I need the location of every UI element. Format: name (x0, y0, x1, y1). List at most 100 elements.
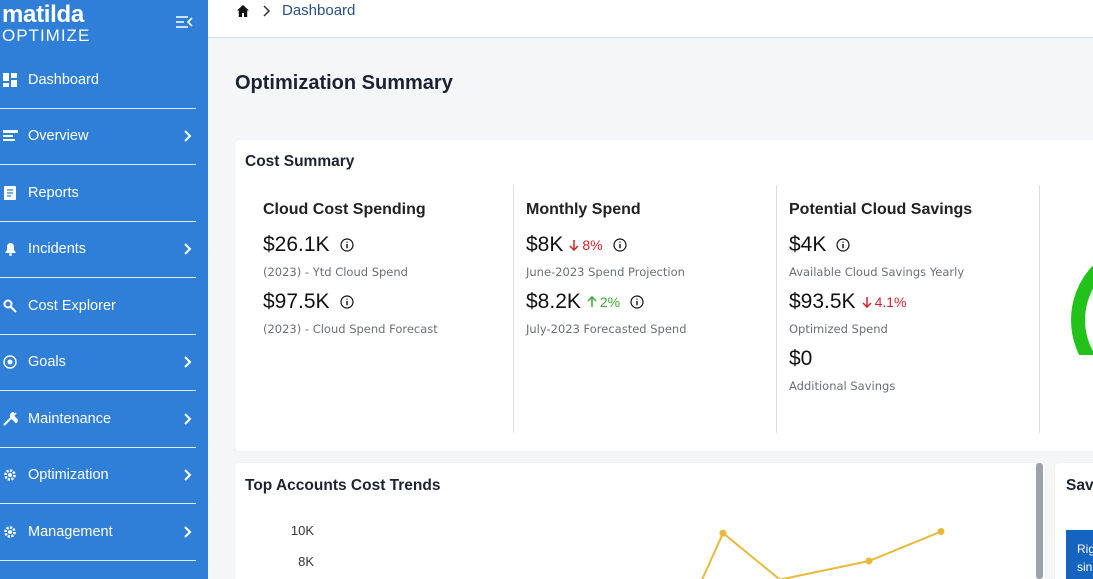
metric-subtitle: Available Cloud Savings Yearly (789, 265, 965, 279)
data-point[interactable] (937, 528, 945, 536)
sidebar-item-label: Reports (28, 184, 79, 201)
chevron-right-icon (263, 5, 271, 17)
metric-delta: 2% (599, 294, 621, 310)
column-title: Potential Cloud Savings (789, 201, 973, 218)
wrench-icon (2, 411, 18, 427)
sidebar-item-label: Maintenance (28, 410, 112, 427)
metric-june-projection: $8K 8% (526, 233, 627, 257)
info-icon[interactable] (339, 238, 354, 252)
bell-icon (2, 241, 18, 257)
potential-savings-column: Potential Cloud Savings $4K Available Cl… (789, 185, 1039, 433)
top-bar: Dashboard (208, 0, 1093, 38)
metric-subtitle: Additional Savings (789, 379, 896, 393)
data-point[interactable] (719, 529, 727, 537)
metric-value: $4K (789, 233, 827, 256)
series-line (701, 530, 942, 579)
column-divider (513, 185, 514, 433)
metric-subtitle: June-2023 Spend Projection (526, 265, 685, 279)
sidebar-item-label: Optimization (28, 467, 109, 484)
chevron-right-icon (184, 130, 192, 142)
cost-explorer-icon (2, 298, 18, 314)
recommendation-chip[interactable]: Rig sin (1066, 530, 1093, 579)
column-title: Cloud Cost Spending (263, 201, 426, 218)
info-icon[interactable] (613, 238, 627, 252)
sidebar: matilda OPTIMIZE Dashboard Overview Report… (0, 0, 208, 579)
arrow-up-icon (587, 296, 597, 307)
y-tick-label: 10K (291, 523, 314, 538)
metric-value: $26.1K (263, 233, 330, 256)
metric-july-forecast: $8.2K 2% (526, 290, 644, 314)
chevron-right-icon (184, 526, 192, 538)
metric-additional-savings: $0 (789, 347, 812, 371)
metric-available-savings: $4K (789, 233, 850, 257)
metric-subtitle: July-2023 Forecasted Spend (526, 322, 687, 336)
logo-bottom-text: OPTIMIZE (2, 26, 91, 45)
sidebar-nav: Dashboard Overview Reports Incidents Cost Ex… (0, 52, 196, 561)
metric-spend-forecast: $97.5K (263, 290, 354, 314)
cloud-cost-spending-column: Cloud Cost Spending $26.1K (2023) - Ytd … (263, 185, 513, 433)
chip-text: Rig (1077, 542, 1093, 556)
logo-top-text: matilda (2, 1, 84, 28)
sidebar-item-label: Dashboard (28, 71, 99, 88)
info-icon[interactable] (339, 295, 354, 309)
sidebar-item-incidents[interactable]: Incidents (0, 222, 196, 278)
reports-icon (2, 185, 18, 201)
metric-subtitle: (2023) - Cloud Spend Forecast (263, 322, 438, 336)
chevron-right-icon (184, 243, 192, 255)
savings-card-title: Sav (1066, 477, 1093, 494)
sidebar-item-cost-explorer[interactable]: Cost Explorer (0, 278, 196, 335)
metric-delta: 4.1% (874, 294, 907, 310)
sidebar-item-label: Cost Explorer (28, 297, 116, 314)
y-tick-label: 8K (298, 554, 314, 569)
sidebar-item-optimization[interactable]: Optimization (0, 448, 196, 504)
dashboard-icon (2, 72, 18, 88)
scrollbar-thumb[interactable] (1036, 463, 1043, 579)
page-title: Optimization Summary (235, 72, 453, 94)
chevron-right-icon (184, 356, 192, 368)
sidebar-item-dashboard[interactable]: Dashboard (0, 52, 196, 109)
metric-value: $0 (789, 347, 813, 370)
sidebar-item-maintenance[interactable]: Maintenance (0, 391, 196, 448)
sidebar-item-management[interactable]: Management (0, 504, 196, 561)
column-divider (1039, 185, 1040, 433)
monthly-spend-column: Monthly Spend $8K 8% June-2023 Spend Proj… (526, 185, 776, 433)
overview-icon (2, 128, 18, 144)
column-title: Monthly Spend (526, 201, 641, 218)
arrow-down-icon (862, 297, 872, 308)
chevron-right-icon (184, 413, 192, 425)
gear-icon (2, 467, 18, 483)
info-icon[interactable] (630, 295, 644, 309)
column-divider (776, 185, 777, 433)
metric-subtitle: Optimized Spend (789, 322, 888, 336)
cost-summary-card: Cost Summary Cloud Cost Spending $26.1K … (235, 140, 1093, 451)
cost-trends-chart: 10K 8K (291, 523, 945, 579)
sidebar-item-goals[interactable]: Goals (0, 335, 196, 391)
metric-ytd-spend: $26.1K (263, 233, 354, 257)
goals-icon (2, 354, 18, 370)
metric-value: $8.2K (526, 290, 581, 313)
app-logo[interactable]: matilda OPTIMIZE (2, 1, 91, 45)
metric-delta: 8% (582, 237, 603, 253)
metric-subtitle: (2023) - Ytd Cloud Spend (263, 265, 408, 279)
metric-value: $97.5K (263, 290, 330, 313)
gear-icon (2, 524, 18, 540)
cost-trends-card: Top Accounts Cost Trends 10K 8K (235, 463, 1045, 579)
data-point[interactable] (865, 557, 873, 565)
sidebar-item-label: Management (28, 523, 113, 540)
breadcrumb-dashboard[interactable]: Dashboard (282, 2, 355, 19)
sidebar-item-overview[interactable]: Overview (0, 109, 196, 165)
chevron-right-icon (184, 469, 192, 481)
sidebar-item-reports[interactable]: Reports (0, 165, 196, 222)
info-icon[interactable] (836, 238, 850, 252)
metric-optimized-spend: $93.5K 4.1% (789, 290, 906, 314)
home-icon[interactable] (236, 4, 250, 18)
collapse-sidebar-icon[interactable] (174, 14, 194, 30)
savings-gauge (1071, 265, 1093, 355)
sidebar-item-label: Goals (28, 354, 66, 371)
cost-summary-title: Cost Summary (245, 153, 355, 170)
chip-text: sin (1077, 560, 1093, 574)
arrow-down-icon (569, 240, 579, 251)
sidebar-item-label: Incidents (28, 241, 87, 258)
metric-value: $93.5K (789, 290, 856, 313)
metric-value: $8K (526, 233, 564, 256)
